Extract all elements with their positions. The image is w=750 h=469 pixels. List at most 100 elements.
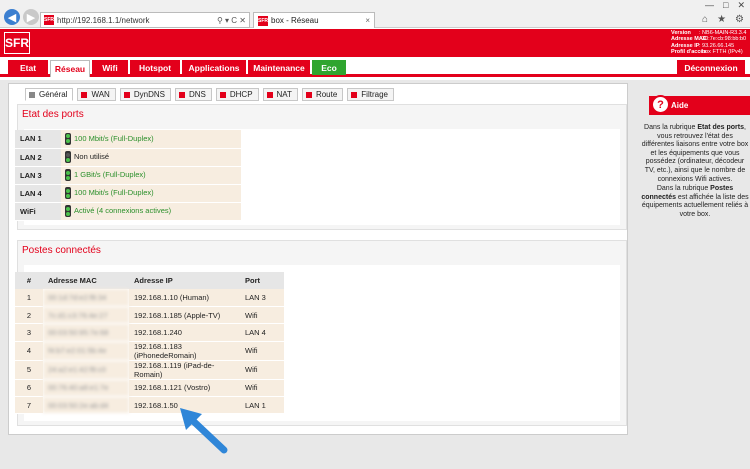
col-port: Port (240, 272, 284, 289)
address-bar[interactable]: SFR http://192.168.1.1/network ⚲ ▾ C ✕ (40, 12, 250, 28)
table-row: 3 00:03:50:95:7e:68 192.168.1.240 LAN 4 (15, 323, 284, 342)
row-number: 2 (15, 306, 43, 325)
browser-toolbar: ◀ ▶ SFR http://192.168.1.1/network ⚲ ▾ C… (0, 0, 750, 28)
port-status-led-icon (65, 169, 71, 181)
mac-address: 24:a2:e1:42:f8:c0 (43, 360, 129, 380)
nav-hotspot[interactable]: Hotspot (130, 60, 180, 75)
settings-gear-icon[interactable]: ⚙ (735, 14, 744, 25)
table-row: 1 00:1d:7d:e2:f8:34 192.168.1.10 (Human) LA… (15, 289, 284, 307)
table-header: # Adresse MAC Adresse IP Port (15, 272, 284, 289)
table-row: 7 00:03:50:2e:ab:d4 192.168.1.50 LAN 1 (15, 396, 284, 415)
mac-address: 7c:d1:c3:76:4e:27 (43, 306, 129, 325)
minimize-icon[interactable]: — (705, 0, 714, 11)
nav-reseau[interactable]: Réseau (50, 60, 90, 77)
row-number: 1 (15, 289, 43, 307)
close-window-icon[interactable]: ✕ (737, 0, 745, 11)
ports-table: LAN 1 100 Mbit/s (Full-Duplex) LAN 2 Non u… (15, 130, 241, 221)
col-mac: Adresse MAC (43, 272, 129, 289)
browser-tab[interactable]: SFR box - Réseau × (253, 12, 375, 28)
port-label: LAN 1 (15, 130, 61, 149)
tab-close-icon[interactable]: × (365, 16, 374, 25)
port-status-led-icon (65, 151, 71, 163)
help-paragraph-hosts: Dans la rubrique Postes connectés est af… (641, 185, 749, 218)
mac-address: 00:76:40:a8:e1:7e (43, 379, 129, 398)
home-icon[interactable]: ⌂ (702, 14, 708, 25)
favorites-star-icon[interactable]: ★ (717, 14, 726, 25)
row-number: 3 (15, 323, 43, 342)
nav-maintenance[interactable]: Maintenance (248, 60, 310, 75)
blue-arrow-icon (180, 408, 228, 454)
sfr-logo: SFR (4, 32, 30, 54)
port-row: WiFi Activé (4 connexions actives) (15, 202, 241, 221)
port-name: Wifi (240, 360, 284, 380)
row-number: 4 (15, 341, 43, 361)
subtab-bar: Général WAN DynDNS DNS DHCP NAT Route Fi… (25, 88, 394, 101)
ip-address: 192.168.1.121 (Vostro) (129, 379, 240, 398)
mac-address: 00:03:50:2e:ab:d4 (43, 396, 129, 415)
content-area: Général WAN DynDNS DNS DHCP NAT Route Fi… (0, 80, 750, 469)
table-row: 4 f4:b7:e2:01:5b:4e 192.168.1.183 (iPhoned… (15, 341, 284, 361)
nav-applications[interactable]: Applications (182, 60, 246, 75)
box-info: Version: NB6-MAIN-R3.3.4 Adresse MAC: 30… (671, 30, 746, 56)
nav-eco[interactable]: Eco (312, 60, 346, 75)
port-status: 1 GBit/s (Full-Duplex) (74, 169, 146, 179)
url-text[interactable]: http://192.168.1.1/network (57, 16, 217, 25)
subtab-general[interactable]: Général (25, 88, 74, 101)
port-status: 100 Mbit/s (Full-Duplex) (74, 187, 154, 197)
port-label: LAN 2 (15, 148, 61, 167)
mac-address: f4:b7:e2:01:5b:4e (43, 341, 129, 361)
port-row: LAN 2 Non utilisé (15, 148, 241, 167)
port-name: Wifi (240, 341, 284, 361)
back-arrow-icon[interactable]: ◀ (4, 9, 20, 25)
port-status: Activé (4 connexions actives) (74, 205, 172, 215)
row-number: 7 (15, 396, 43, 415)
subtab-nat[interactable]: NAT (262, 88, 298, 101)
port-label: LAN 4 (15, 184, 61, 203)
forward-arrow-icon[interactable]: ▶ (23, 9, 39, 25)
subtab-wan[interactable]: WAN (77, 88, 116, 101)
mac-address: 00:03:50:95:7e:68 (43, 323, 129, 342)
port-name: LAN 3 (240, 289, 284, 307)
logout-button[interactable]: Déconnexion (677, 60, 745, 75)
col-number: # (15, 272, 43, 289)
ports-title: Etat des ports (22, 109, 84, 120)
help-paragraph-ports: Dans la rubrique Etat des ports, vous re… (641, 124, 749, 183)
hosts-table: # Adresse MAC Adresse IP Port 1 00:1d:7d:… (15, 272, 284, 415)
port-row: LAN 1 100 Mbit/s (Full-Duplex) (15, 130, 241, 149)
nav-etat[interactable]: Etat (8, 60, 48, 75)
subtab-dyndns[interactable]: DynDNS (119, 88, 171, 101)
col-ip: Adresse IP (129, 272, 240, 289)
port-status: 100 Mbit/s (Full-Duplex) (74, 133, 154, 143)
table-row: 2 7c:d1:c3:76:4e:27 192.168.1.185 (Apple-T… (15, 306, 284, 325)
port-name: LAN 4 (240, 323, 284, 342)
subtab-filtrage[interactable]: Filtrage (347, 88, 394, 101)
subtab-dhcp[interactable]: DHCP (215, 88, 259, 101)
port-status-led-icon (65, 205, 71, 217)
maximize-icon[interactable]: □ (723, 0, 728, 11)
ip-address: 192.168.1.119 (iPad-de-Romain) (129, 360, 240, 380)
hosts-title: Postes connectés (22, 245, 101, 256)
ip-address: 192.168.1.183 (iPhonedeRomain) (129, 341, 240, 361)
mac-address: 00:1d:7d:e2:f8:34 (43, 289, 129, 307)
main-nav: Etat Réseau Wifi Hotspot Applications Ma… (0, 57, 750, 77)
address-tools-icon[interactable]: ⚲ ▾ C ✕ (217, 16, 249, 25)
info-value: : box FTTH (IPv4) (699, 49, 743, 56)
subtab-route[interactable]: Route (301, 88, 344, 101)
tab-title: box - Réseau (271, 16, 319, 25)
sfr-favicon-icon: SFR (44, 15, 54, 25)
port-name: LAN 1 (240, 396, 284, 415)
port-label: LAN 3 (15, 166, 61, 185)
ip-address: 192.168.1.10 (Human) (129, 289, 240, 307)
ip-address: 192.168.1.185 (Apple-TV) (129, 306, 240, 325)
port-status-led-icon (65, 187, 71, 199)
subtab-dns[interactable]: DNS (174, 88, 212, 101)
router-header: SFR Version: NB6-MAIN-R3.3.4 Adresse MAC… (0, 29, 750, 57)
table-row: 6 00:76:40:a8:e1:7e 192.168.1.121 (Vostro)… (15, 379, 284, 398)
port-row: LAN 4 100 Mbit/s (Full-Duplex) (15, 184, 241, 203)
nav-wifi[interactable]: Wifi (92, 60, 128, 75)
info-key: Profil d'accès (671, 49, 707, 56)
row-number: 5 (15, 360, 43, 380)
tab-favicon-icon: SFR (258, 15, 268, 26)
ip-address: 192.168.1.240 (129, 323, 240, 342)
row-number: 6 (15, 379, 43, 398)
